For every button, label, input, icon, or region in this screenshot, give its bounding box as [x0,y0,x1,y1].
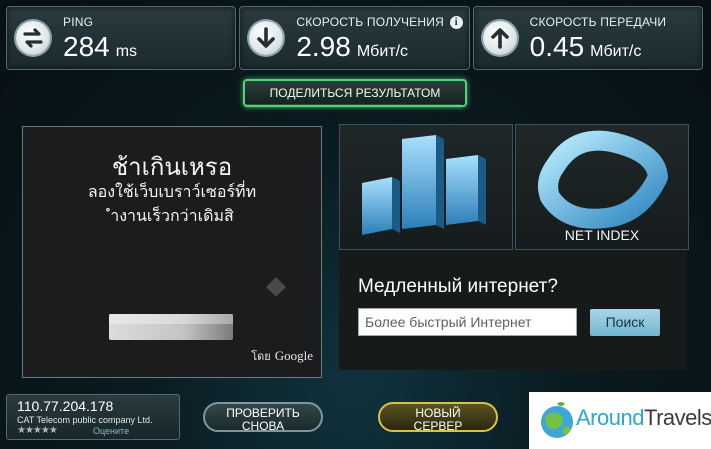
slow-internet-question: Медленный интернет? [358,276,558,297]
ad-line-3: ำงานเร็วกว่าเดิมสิ [110,208,234,225]
bar-graph-icon [362,135,486,235]
ping-label: PING [63,15,94,29]
rate-link[interactable]: Оцените [93,426,129,436]
slow-internet-panel: Медленный интернет? Более быстрый Интерн… [339,250,687,370]
ping-unit: ms [115,43,138,60]
net-index-label: NET INDEX [564,227,640,243]
search-button[interactable]: Поиск [590,309,660,336]
upload-label: СКОРОСТЬ ПЕРЕДАЧИ [529,15,667,29]
share-glow [245,104,461,110]
rating-stars[interactable]: ★★★★★ [17,425,58,436]
ping-value: 284 ms [63,31,138,62]
ad-banner[interactable]: ช้าเกินเหรอ ลองใช้เว็บเบราว์เซอร์ที่ท ำง… [22,126,322,378]
search-input[interactable]: Более быстрый Интернет [358,308,577,336]
ad-brand: Google [274,348,313,363]
download-label: СКОРОСТЬ ПОЛУЧЕНИЯ [296,15,444,29]
diamond-ornament-icon [266,277,286,297]
sync-arrows-icon [16,21,50,55]
retest-button[interactable]: ПРОВЕРИТЬ СНОВА [203,402,323,433]
ad-line-2: ลองใช้เว็บเบราว์เซอร์ที่ท [87,184,257,201]
ad-cta-bar[interactable] [109,314,233,340]
upload-metric: СКОРОСТЬ ПЕРЕДАЧИ 0.45 Мбит/с [472,6,703,70]
download-metric: СКОРОСТЬ ПОЛУЧЕНИЯ 2.98 Мбит/с i [239,6,470,70]
metrics-bar: PING 284 ms СКОРОСТЬ ПОЛУЧЕНИЯ 2.98 Мбит/с… [6,6,703,70]
ping-metric: PING 284 ms [6,6,237,70]
aroundtravels-logo: AroundTravels [529,392,711,449]
download-arrow-icon [249,21,284,55]
download-unit: Мбит/с [356,43,409,60]
upload-arrow-icon [482,21,517,55]
speedtest-app: PING 284 ms СКОРОСТЬ ПОЛУЧЕНИЯ 2.98 Мбит/с… [0,0,711,449]
share-result-button[interactable]: ПОДЕЛИТЬСЯ РЕЗУЛЬТАТОМ [243,79,467,107]
isp-name: CAT Telecom public company Ltd. [17,415,153,425]
logo-text: AroundTravels [576,405,711,430]
bar-graph-tile[interactable] [339,124,513,250]
upload-value: 0.45 Мбит/с [529,31,642,62]
upload-unit: Мбит/с [590,43,642,60]
download-value: 2.98 Мбит/с [296,31,409,62]
net-index-tile[interactable]: NET INDEX [515,124,689,250]
ip-address: 110.77.204.178 [17,398,114,414]
connection-info: 110.77.204.178 CAT Telecom public compan… [6,394,180,440]
info-icon[interactable]: i [449,16,463,29]
ad-attribution: โดย Google [251,348,313,363]
new-server-button[interactable]: НОВЫЙ СЕРВЕР [378,402,498,433]
globe-logo-icon [541,402,573,438]
